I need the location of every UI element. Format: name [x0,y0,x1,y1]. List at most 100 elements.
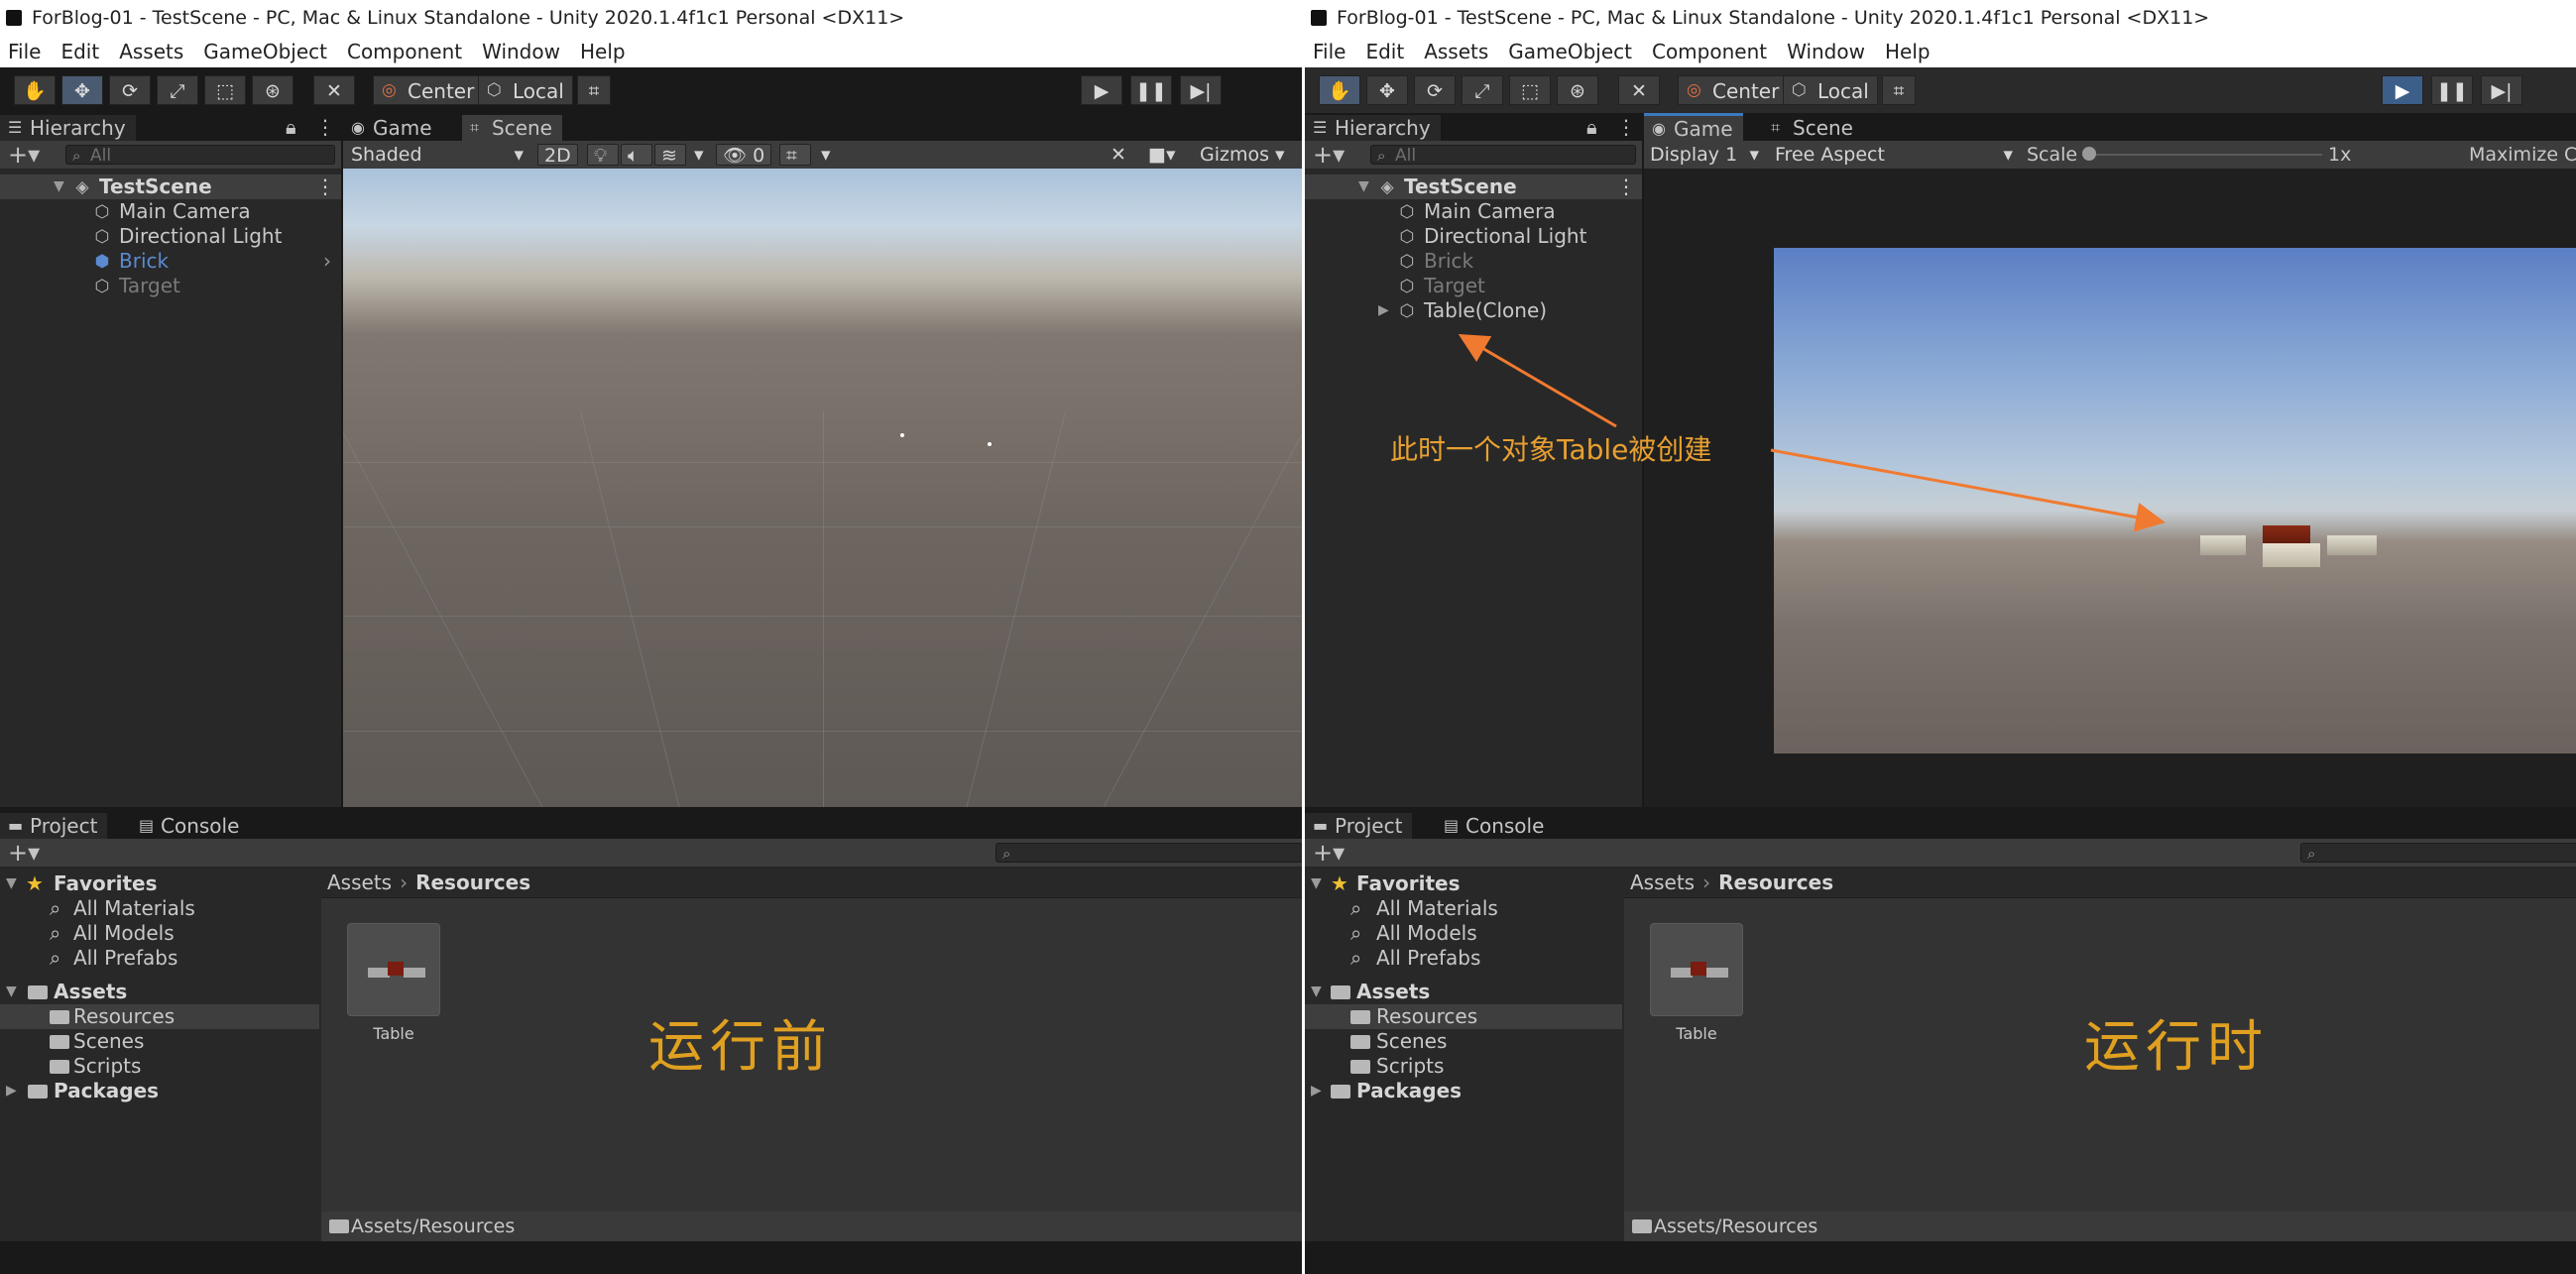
tab-scene[interactable]: ⌗ Scene [1763,115,1863,141]
create-plus-icon[interactable]: +▾ [1313,839,1345,867]
expand-arrow-icon[interactable]: ▼ [1311,871,1322,896]
grid-dropdown-icon[interactable]: ▾ [815,144,837,166]
hierarchy-item-brick[interactable]: ⬢ Brick › [0,249,341,274]
tree-scenes[interactable]: Scenes [1305,1029,1622,1054]
hierarchy-item-directional-light[interactable]: ⬡ Directional Light [0,224,341,249]
scene-viewport[interactable] [343,169,1302,807]
pause-button[interactable]: ❚❚ [1130,75,1172,105]
create-plus-icon[interactable]: +▾ [8,141,40,169]
maximize-on-play-toggle[interactable]: Maximize C [2469,141,2576,169]
create-plus-icon[interactable]: +▾ [8,839,40,867]
tree-packages[interactable]: ▶ Packages [0,1079,319,1103]
move-tool-icon[interactable]: ✥ [61,75,103,105]
hierarchy-item-main-camera[interactable]: ⬡ Main Camera [1305,199,1642,224]
tab-console[interactable]: ▤ Console [131,813,250,839]
effects-dropdown-icon[interactable]: ▾ [688,144,710,166]
menu-help[interactable]: Help [1885,36,1931,67]
play-button[interactable]: ▶ [1081,75,1122,105]
tree-resources[interactable]: Resources [1305,1004,1622,1029]
aspect-dropdown[interactable]: Free Aspect ▾ [1769,144,2017,166]
tree-assets[interactable]: ▼ Assets [1305,980,1622,1004]
move-tool-icon[interactable]: ✥ [1366,75,1408,105]
menu-assets[interactable]: Assets [119,36,183,67]
transform-tool-icon[interactable]: ⊛ [252,75,293,105]
grid-snap-icon[interactable]: ⌗ [577,75,611,105]
menu-component[interactable]: Component [347,36,462,67]
step-button[interactable]: ▶| [1180,75,1222,105]
tree-all-models[interactable]: ⌕ All Models [1305,921,1622,946]
asset-table-prefab[interactable]: Table [1650,923,1743,1043]
menu-file[interactable]: File [1313,36,1346,67]
tab-game[interactable]: ◉ Game [343,115,442,141]
scale-slider-track[interactable] [2084,154,2322,156]
tree-scripts[interactable]: Scripts [0,1054,319,1079]
pivot-center-button[interactable]: ◎ Center [1678,75,1789,105]
menu-window[interactable]: Window [482,36,560,67]
collapse-arrow-icon[interactable]: ▶ [1378,298,1389,323]
expand-arrow-icon[interactable]: ▼ [54,174,64,199]
project-search-input[interactable]: ⌕ [995,843,1302,863]
hand-tool-icon[interactable]: ✋ [14,75,56,105]
menu-assets[interactable]: Assets [1424,36,1488,67]
hierarchy-scene-row[interactable]: ▼ ◈ TestScene ⋮ [0,174,341,199]
scene-kebab-icon[interactable]: ⋮ [1616,174,1636,199]
expand-arrow-icon[interactable]: ▼ [1358,174,1369,199]
lighting-toggle-icon[interactable]: 💡︎ [587,144,619,167]
tree-all-prefabs[interactable]: ⌕ All Prefabs [1305,946,1622,971]
transform-tool-icon[interactable]: ⊛ [1557,75,1598,105]
collapse-arrow-icon[interactable]: ▶ [1311,1079,1322,1103]
scale-tool-icon[interactable]: ⤢ [157,75,198,105]
tab-game[interactable]: ◉ Game [1644,113,1743,142]
game-viewport[interactable] [1644,169,2576,807]
tree-favorites[interactable]: ▼ ★ Favorites [1305,871,1622,896]
crumb-resources[interactable]: Resources [415,870,530,894]
tree-all-materials[interactable]: ⌕ All Materials [0,896,319,921]
menu-file[interactable]: File [8,36,41,67]
hidden-objects-toggle[interactable]: 👁︎ 0 [716,144,772,167]
menu-gameobject[interactable]: GameObject [203,36,327,67]
tree-favorites[interactable]: ▼ ★ Favorites [0,871,319,896]
rotate-tool-icon[interactable]: ⟳ [1414,75,1456,105]
hierarchy-item-target[interactable]: ⬡ Target [0,274,341,298]
scale-slider-thumb[interactable] [2082,147,2096,161]
menu-edit[interactable]: Edit [60,36,99,67]
custom-tool-icon[interactable]: ✕ [313,75,355,105]
menu-edit[interactable]: Edit [1365,36,1404,67]
project-search-input[interactable]: ⌕ [2300,843,2576,863]
menu-component[interactable]: Component [1652,36,1767,67]
shading-mode-dropdown[interactable]: Shaded ▾ [345,144,527,166]
rect-tool-icon[interactable]: ⬚ [1509,75,1551,105]
custom-tool-icon[interactable]: ✕ [1618,75,1660,105]
rotate-tool-icon[interactable]: ⟳ [109,75,151,105]
tab-project[interactable]: ▬ Project [1305,813,1413,839]
scene-kebab-icon[interactable]: ⋮ [315,174,335,199]
hierarchy-search-input[interactable]: ⌕ All [1370,145,1636,166]
tools-icon[interactable]: ✕ [1105,144,1136,166]
tab-hierarchy[interactable]: ☰ Hierarchy [1305,115,1441,141]
rect-tool-icon[interactable]: ⬚ [204,75,246,105]
hand-tool-icon[interactable]: ✋ [1319,75,1360,105]
tree-all-prefabs[interactable]: ⌕ All Prefabs [0,946,319,971]
pause-button[interactable]: ❚❚ [2431,75,2473,105]
lock-icon[interactable]: 🔒︎ [286,113,296,141]
hierarchy-search-input[interactable]: ⌕ All [65,145,335,166]
tab-console[interactable]: ▤ Console [1436,813,1555,839]
toggle-2d-button[interactable]: 2D [537,144,578,167]
tab-scene[interactable]: ⌗ Scene [462,115,562,141]
tree-scripts[interactable]: Scripts [1305,1054,1622,1079]
tree-all-models[interactable]: ⌕ All Models [0,921,319,946]
tree-scenes[interactable]: Scenes [0,1029,319,1054]
tree-all-materials[interactable]: ⌕ All Materials [1305,896,1622,921]
tab-hierarchy[interactable]: ☰ Hierarchy [0,115,136,141]
crumb-assets[interactable]: Assets [327,870,392,894]
tab-project[interactable]: ▬ Project [0,813,108,839]
grid-snap-icon[interactable]: ⌗ [1882,75,1916,105]
menu-gameobject[interactable]: GameObject [1508,36,1632,67]
effects-toggle-icon[interactable]: ≋ [654,144,686,167]
grid-toggle-icon[interactable]: ⌗ [779,144,811,167]
lock-icon[interactable]: 🔒︎ [1586,113,1597,141]
hierarchy-item-directional-light[interactable]: ⬡ Directional Light [1305,224,1642,249]
audio-toggle-icon[interactable]: 🔈︎ [621,144,652,167]
create-plus-icon[interactable]: +▾ [1313,141,1345,169]
tree-assets[interactable]: ▼ Assets [0,980,319,1004]
